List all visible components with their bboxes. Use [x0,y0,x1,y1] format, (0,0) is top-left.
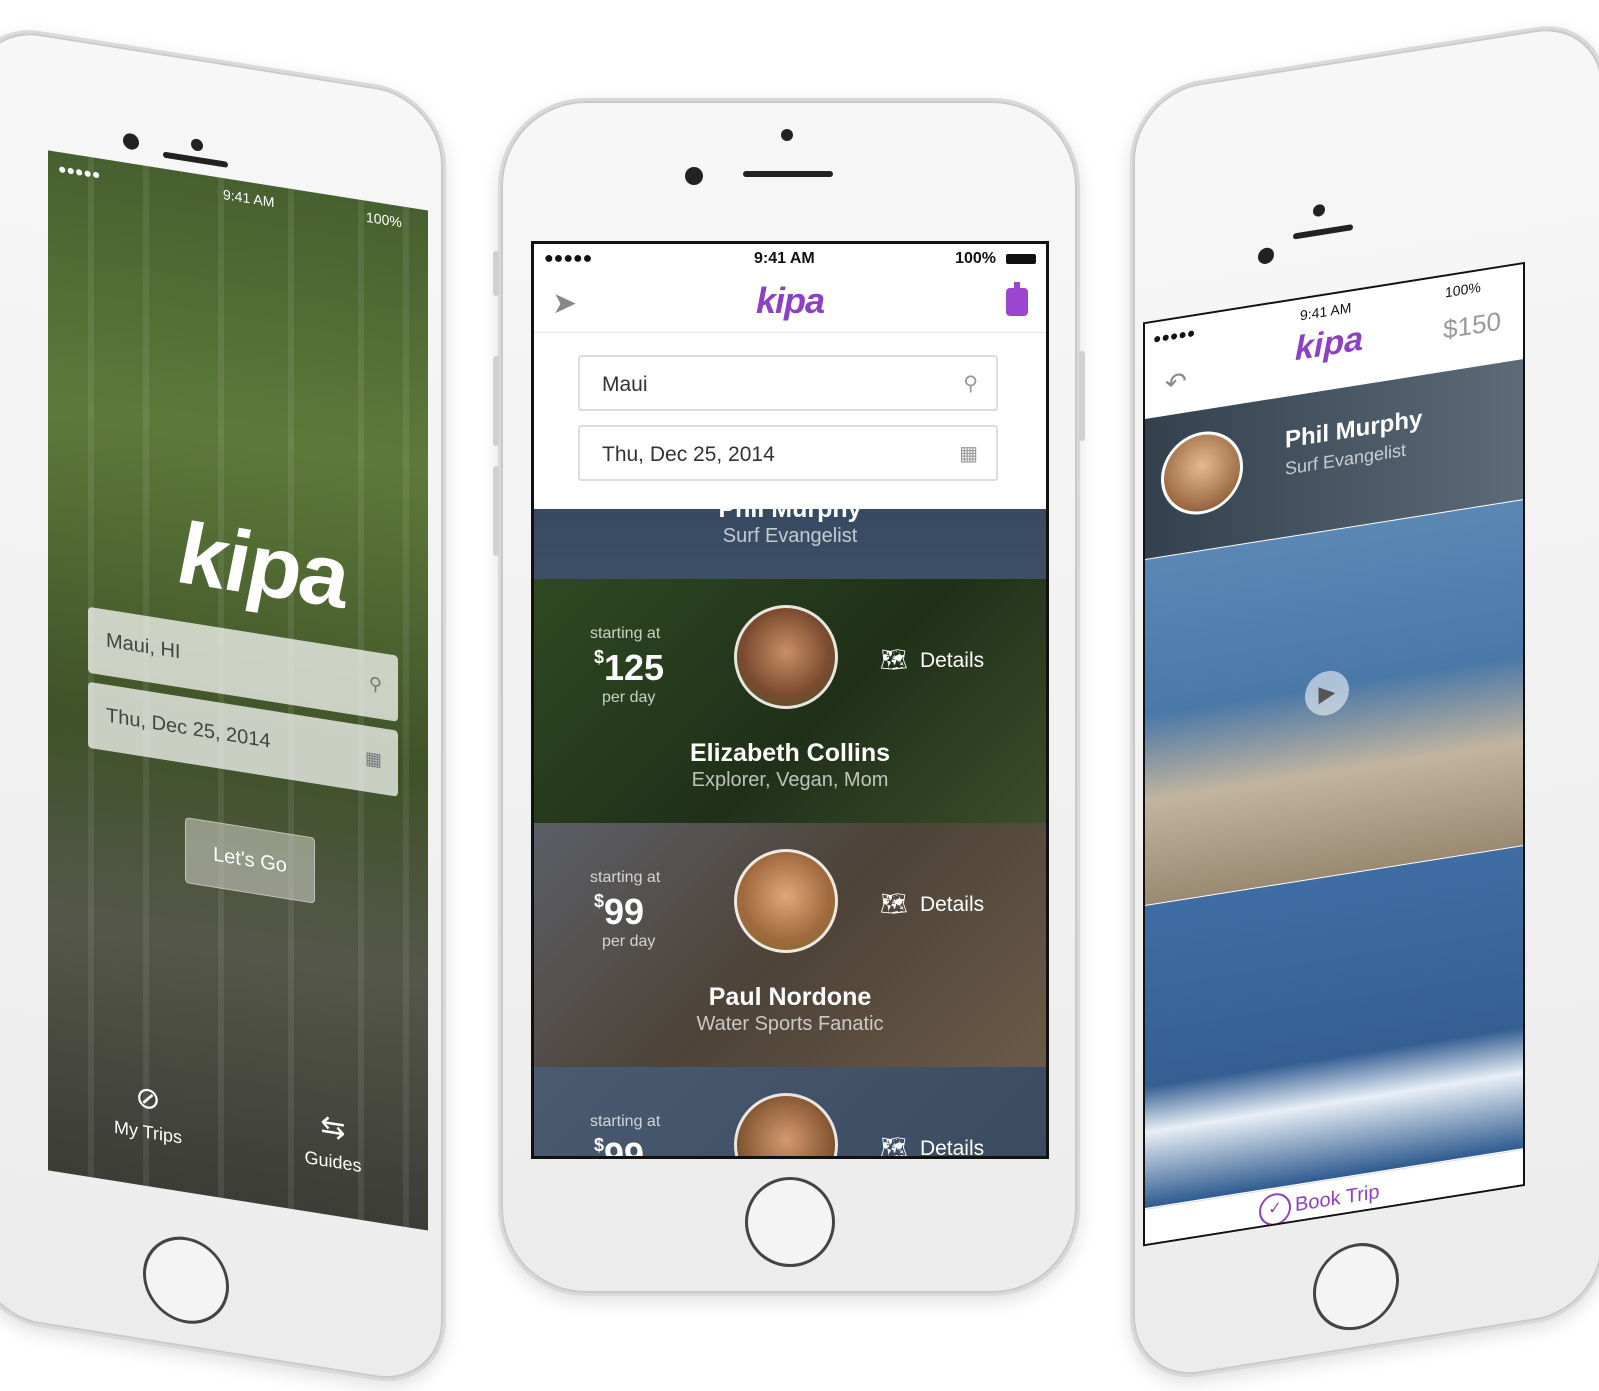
guide-price: $125 [594,647,665,688]
guide-card[interactable]: starting at $99 🗺︎ Details [534,1067,1046,1156]
battery-level: 100% [366,208,402,231]
signal-indicator: ●●●●● [1153,324,1196,347]
map-pin-icon: ⚲ [963,373,978,395]
lets-go-button[interactable]: Let's Go [185,817,315,904]
app-logo: kipa [178,501,347,628]
starting-label: starting at [590,869,661,886]
avatar [734,605,838,709]
starting-label: starting at [590,625,661,642]
trip-price: $150 [1443,305,1501,345]
status-time: 9:41 AM [223,186,275,211]
volume-down-button [493,466,499,556]
map-icon: 🗺︎ [880,647,908,672]
volume-up-button [493,356,499,446]
guide-tagline: Surf Evangelist [722,525,858,547]
guide-card[interactable]: starting at $99 per day 🗺︎ Details Paul N… [534,823,1046,1069]
checkmark-icon: ✓ [1259,1190,1291,1228]
details-button[interactable]: 🗺︎ Details [880,1135,984,1156]
guide-card[interactable]: starting at $125 per day 🗺︎ Details Eliza… [534,579,1046,825]
status-time: 9:41 AM [1300,299,1352,324]
app-logo: kipa [755,280,825,321]
location-input[interactable]: Maui ⚲ [578,355,998,411]
per-day-label: per day [602,689,656,706]
guide-name: Paul Nordone [708,983,872,1011]
battery-icon [1006,254,1036,264]
nav-header: ➤ kipa [534,274,1046,333]
tab-my-trips[interactable]: ⊘ My Trips [98,1073,198,1151]
guides-list[interactable]: Phil Murphy Surf Evangelist starting at … [534,509,1046,1156]
luggage-icon[interactable] [1006,282,1028,316]
map-icon: 🗺︎ [880,891,908,916]
avatar [734,1093,838,1156]
guide-tagline: Explorer, Vegan, Mom [691,769,889,791]
surf-photo [1145,846,1523,1209]
earpiece-speaker [1293,224,1353,240]
calendar-icon: ▦ [959,443,978,465]
signal-indicator: ●●●●● [544,250,593,267]
front-camera [1258,246,1274,266]
tab-guides-label: Guides [304,1146,362,1177]
location-value: Maui [602,373,648,396]
battery-level: 100% [1445,278,1481,301]
front-sensor [781,129,793,141]
right-phone: ●●●●● 9:41 AM 100% ↶ kipa $150 Phil Murp… [1130,16,1599,1388]
mute-switch [493,251,499,296]
per-day-label: per day [602,933,656,950]
tab-my-trips-label: My Trips [113,1116,182,1148]
date-input[interactable]: Thu, Dec 25, 2014 ▦ [578,425,998,481]
left-phone: ●●●●● 9:41 AM 100% kipa Maui, HI ⚲ Thu, … [0,20,446,1391]
guide-price: $99 [594,891,645,932]
power-button [1079,351,1085,441]
search-panel: Maui ⚲ Thu, Dec 25, 2014 ▦ [534,333,1046,508]
details-button[interactable]: 🗺︎ Details [880,891,984,917]
date-value: Thu, Dec 25, 2014 [602,443,775,466]
book-trip-label: Book Trip [1295,1180,1380,1217]
play-icon[interactable]: ▶ [1305,667,1349,719]
calendar-icon: ▦ [364,747,382,771]
home-button[interactable] [745,1177,835,1267]
battery-level: 100% [955,250,996,267]
tab-guides[interactable]: ⇆ Guides [283,1103,383,1181]
front-camera [685,167,703,185]
starting-label: starting at [590,1113,661,1130]
guide-name: Elizabeth Collins [689,739,891,767]
home-button[interactable] [143,1230,229,1331]
location-value: Maui, HI [106,629,181,664]
map-icon: 🗺︎ [880,1135,908,1156]
earpiece-speaker [163,151,228,168]
guide-detail-screen: ●●●●● 9:41 AM 100% ↶ kipa $150 Phil Murp… [1143,261,1525,1247]
guide-tagline: Water Sports Fanatic [696,1013,884,1035]
video-thumbnail[interactable]: ▶ [1145,500,1523,906]
status-time: 9:41 AM [754,250,815,267]
earpiece-speaker [743,171,833,177]
guide-price: $99 [594,1135,645,1156]
front-sensor [1313,203,1325,218]
guide-name: Phil Murphy [718,509,862,523]
avatar [1161,425,1243,521]
map-pin-icon: ⚲ [368,673,382,696]
guides-list-screen: ●●●●● 9:41 AM 100% ➤ kipa Maui ⚲ Thu, De… [531,241,1049,1159]
back-arrow-icon[interactable]: ↶ [1165,365,1187,399]
home-button[interactable] [1313,1236,1399,1337]
signpost-icon: ⇆ [320,1109,346,1147]
details-button[interactable]: 🗺︎ Details [880,647,984,673]
front-sensor [191,138,203,152]
date-value: Thu, Dec 25, 2014 [106,704,271,753]
guide-card-partial[interactable]: Phil Murphy Surf Evangelist [534,509,1046,581]
login-screen: ●●●●● 9:41 AM 100% kipa Maui, HI ⚲ Thu, … [48,150,428,1231]
front-camera [123,132,139,151]
avatar [734,849,838,953]
center-phone: ●●●●● 9:41 AM 100% ➤ kipa Maui ⚲ Thu, De… [493,98,1085,1296]
app-logo: kipa [1295,319,1364,369]
